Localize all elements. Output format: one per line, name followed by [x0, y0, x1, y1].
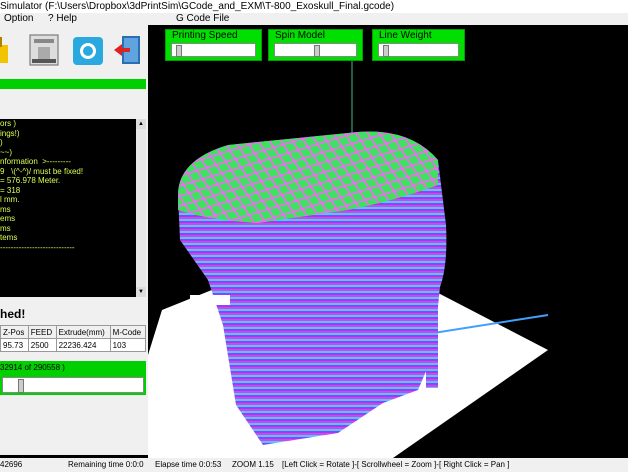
left-panel: ors ) ings!)) ~~) nformation >--------- 9 \(…	[0, 25, 148, 455]
menu-gcode-file[interactable]: G Code File	[176, 13, 229, 25]
log-line: ms	[0, 223, 11, 233]
printer-icon[interactable]	[28, 33, 60, 67]
status-hint: [Left Click = Rotate ]-[ Scrollwheel = Z…	[282, 460, 510, 469]
header-mcode: M-Code	[109, 325, 147, 339]
log-output: ors ) ings!)) ~~) nformation >--------- 9 \(…	[0, 119, 146, 297]
header-feed: FEED	[27, 325, 57, 339]
table-header-row: Z-Pos FEED Extrude(mm) M-Code	[0, 325, 147, 339]
exit-icon[interactable]	[112, 33, 144, 67]
progress-text: 32914 of 290558 )	[0, 363, 65, 372]
support-pillar	[426, 283, 438, 388]
log-line: ems	[0, 214, 16, 223]
finished-label: hed!	[0, 307, 26, 321]
loading-bar	[0, 79, 146, 89]
model-render	[148, 60, 549, 458]
camera-icon[interactable]	[72, 33, 104, 67]
spin-model-thumb[interactable]	[314, 45, 320, 57]
log-line: = 318	[0, 185, 21, 195]
header-zpos: Z-Pos	[0, 325, 29, 339]
title-bar: Simulator (F:\Users\Dropbox\3dPrintSim\G…	[0, 0, 628, 13]
cell-zpos: 95.73	[0, 338, 29, 352]
cell-extrude: 22236.424	[55, 338, 111, 352]
menu-help[interactable]: ? Help	[48, 13, 77, 25]
log-line: ms	[0, 204, 11, 214]
menu-option[interactable]: Option	[4, 13, 33, 25]
table-row: 95.73 2500 22236.424 103	[0, 338, 147, 352]
printing-speed-control: Printing Speed	[165, 29, 262, 61]
log-scrollbar[interactable]: ▲ ▼	[136, 119, 146, 297]
line-weight-slider[interactable]	[378, 43, 459, 57]
log-line: ----------------------------	[0, 242, 75, 252]
printing-speed-label: Printing Speed	[172, 30, 238, 41]
log-line: )	[0, 138, 3, 147]
scroll-up-icon[interactable]: ▲	[136, 119, 146, 129]
log-line: 9 \(^-^)/ must be fixed!	[0, 166, 84, 176]
cell-mcode: 103	[109, 338, 147, 352]
help-icon: ?	[48, 13, 54, 24]
status-bar: 42696 Remaining time 0:0:0 Elapse time 0…	[0, 458, 628, 472]
log-line: ors )	[0, 119, 16, 128]
status-zoom: ZOOM 1.15	[232, 460, 274, 469]
spin-model-slider[interactable]	[274, 43, 357, 57]
window-title: Simulator (F:\Users\Dropbox\3dPrintSim\G…	[0, 1, 395, 12]
menu-help-label: Help	[56, 13, 77, 24]
log-line: nformation >---------	[0, 157, 71, 166]
progress-slider[interactable]	[2, 377, 144, 393]
scroll-down-icon[interactable]: ▼	[136, 287, 146, 297]
line-weight-label: Line Weight	[379, 30, 432, 41]
log-line: ings!)	[0, 128, 20, 138]
spin-model-control: Spin Model	[268, 29, 363, 61]
printing-speed-slider[interactable]	[171, 43, 256, 57]
log-line: l mm.	[0, 195, 20, 204]
log-line: = 576.978 Meter.	[0, 176, 61, 185]
progress-slider-thumb[interactable]	[18, 379, 24, 393]
spin-model-label: Spin Model	[275, 30, 326, 41]
status-elapse-time: Elapse time 0:0:53	[155, 460, 222, 469]
model-highlight	[190, 295, 230, 305]
line-weight-control: Line Weight	[372, 29, 465, 61]
log-line: ~~)	[0, 147, 13, 157]
status-count: 42696	[0, 460, 23, 469]
header-extrude: Extrude(mm)	[55, 325, 111, 339]
brush-icon[interactable]	[0, 33, 20, 67]
3d-viewport[interactable]	[148, 25, 628, 458]
menu-bar: Option ? Help G Code File	[0, 13, 628, 25]
cell-feed: 2500	[27, 338, 57, 352]
progress-panel: 32914 of 290558 )	[0, 361, 146, 395]
printing-speed-thumb[interactable]	[176, 45, 182, 57]
gcode-stats-table: Z-Pos FEED Extrude(mm) M-Code 95.73 2500…	[0, 325, 147, 352]
log-line: tems	[0, 233, 18, 242]
status-remaining-time: Remaining time 0:0:0	[68, 460, 144, 469]
line-weight-thumb[interactable]	[383, 45, 389, 57]
